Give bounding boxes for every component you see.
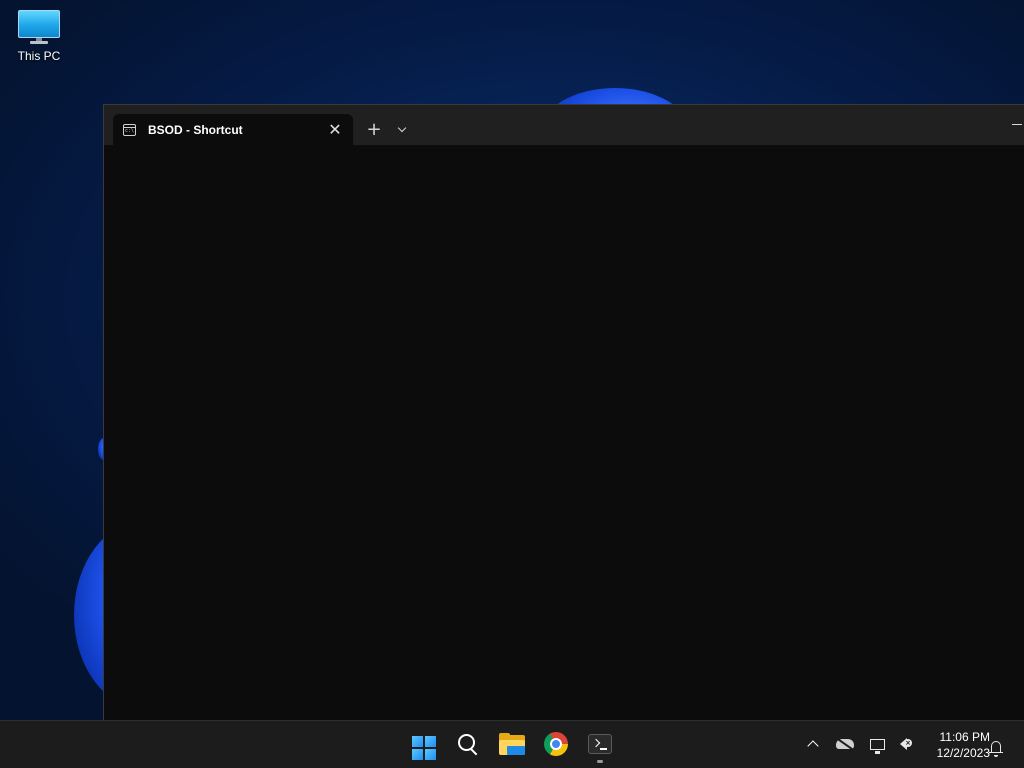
cloud-off-icon <box>836 739 854 749</box>
clock-time: 11:06 PM <box>939 730 990 744</box>
running-indicator <box>597 760 603 763</box>
windows-logo-icon <box>412 736 436 760</box>
cmd-icon <box>123 123 136 136</box>
desktop-icon-this-pc[interactable]: This PC <box>8 8 70 78</box>
clock-date: 12/2/2023 <box>936 746 990 760</box>
close-icon: ✕ <box>328 120 342 139</box>
tab-dropdown-button[interactable] <box>392 117 412 141</box>
show-hidden-icons-button[interactable] <box>804 732 822 756</box>
plus-icon: + <box>366 118 382 140</box>
terminal-taskbar-button[interactable] <box>580 724 620 764</box>
chevron-up-icon <box>807 740 819 752</box>
folder-icon <box>499 733 525 755</box>
search-button[interactable] <box>448 724 488 764</box>
search-icon <box>457 733 479 755</box>
new-tab-button[interactable]: + <box>362 117 386 141</box>
clock[interactable]: 11:06 PM 12/2/2023 <box>920 727 990 763</box>
volume-button[interactable]: × <box>892 732 914 756</box>
notifications-button[interactable] <box>986 734 1006 758</box>
terminal-window: BSOD - Shortcut ✕ + <box>103 104 1024 720</box>
chrome-icon <box>544 732 568 756</box>
file-explorer-button[interactable] <box>492 724 532 764</box>
chrome-button[interactable] <box>536 724 576 764</box>
tab-title: BSOD - Shortcut <box>148 122 243 137</box>
notification-bell-icon <box>989 740 1003 757</box>
chevron-down-icon <box>397 123 407 132</box>
start-button[interactable] <box>404 728 444 768</box>
network-icon <box>869 738 885 754</box>
desktop-icon-label: This PC <box>17 49 61 63</box>
terminal-icon <box>588 734 612 754</box>
minimize-button[interactable] <box>1008 115 1024 135</box>
title-bar[interactable]: BSOD - Shortcut ✕ + <box>104 105 1024 145</box>
close-tab-button[interactable]: ✕ <box>321 118 349 142</box>
monitor-icon <box>18 8 60 44</box>
muted-badge: × <box>904 739 912 747</box>
network-button[interactable] <box>866 732 888 756</box>
onedrive-button[interactable] <box>834 732 856 756</box>
terminal-content-area[interactable] <box>104 145 1024 720</box>
tab-bsod-shortcut[interactable]: BSOD - Shortcut ✕ <box>113 114 353 145</box>
